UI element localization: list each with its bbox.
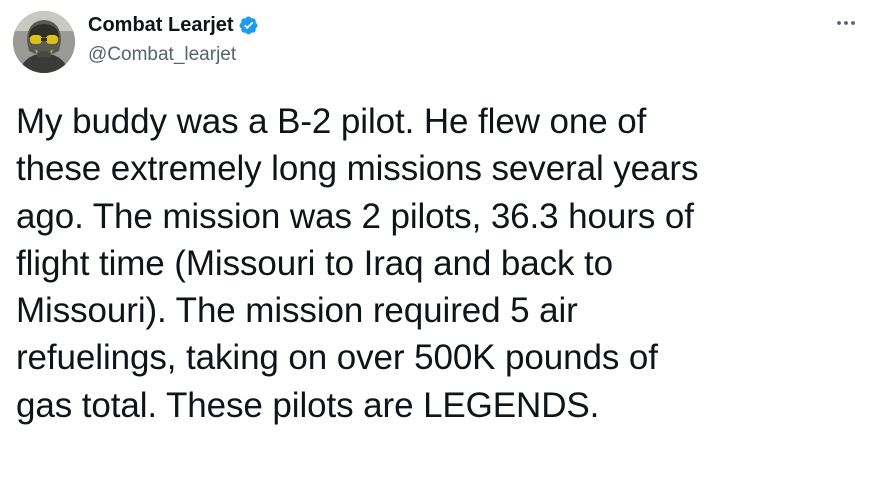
author-name-row: Combat Learjet (88, 12, 259, 38)
avatar[interactable] (13, 11, 75, 73)
author-handle[interactable]: @Combat_learjet (88, 43, 236, 67)
tweet-card: Combat Learjet @Combat_learjet My buddy … (0, 0, 873, 495)
pilot-portrait-avatar-icon (13, 11, 75, 73)
tweet-text: My buddy was a B-2 pilot. He flew one of… (16, 102, 699, 425)
more-horizontal-icon (837, 21, 855, 25)
more-options-button[interactable] (829, 6, 863, 40)
author-display-name[interactable]: Combat Learjet (88, 12, 234, 38)
verified-badge-icon[interactable] (238, 15, 259, 36)
